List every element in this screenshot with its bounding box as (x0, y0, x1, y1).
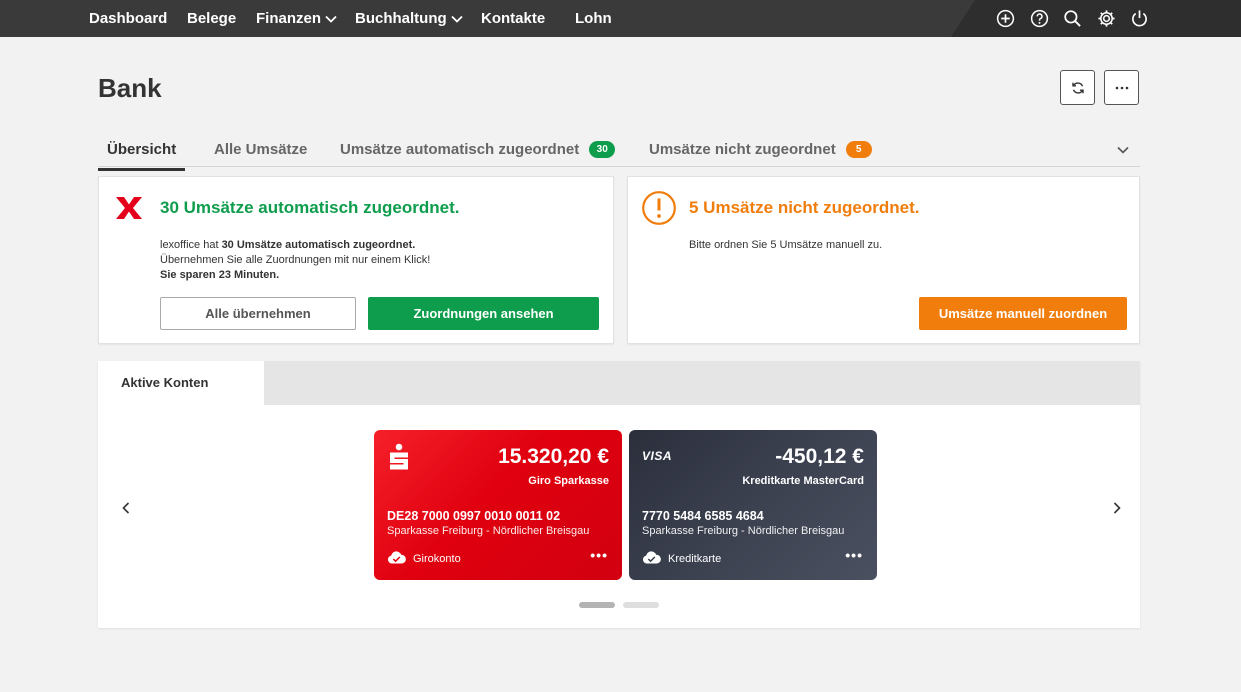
auto-card-text: lexoffice hat 30 Umsätze automatisch zug… (160, 239, 431, 281)
auto-assigned-card: 30 Umsätze automatisch zugeordnet. lexof… (98, 176, 614, 344)
auto-card-title: 30 Umsätze automatisch zugeordnet. (160, 198, 460, 217)
nav-item-lohn[interactable]: Lohn (575, 0, 612, 37)
accounts-tab-bar: Aktive Konten (98, 361, 1140, 405)
tab-alle-umsaetze[interactable]: Alle Umsätze (214, 141, 307, 169)
accounts-panel: Aktive Konten 15.320,20 € Giro Sparkasse… (98, 361, 1140, 628)
more-icon (1115, 86, 1128, 89)
count-badge: 5 (845, 141, 872, 158)
account-number: 7770 5484 6585 4684 (642, 509, 764, 523)
account-card[interactable]: 15.320,20 € Giro Sparkasse DE28 7000 099… (374, 430, 622, 580)
nav-item-belege[interactable]: Belege (187, 0, 236, 37)
account-balance: -450,12 € (775, 445, 864, 468)
chevron-down-icon (451, 15, 463, 23)
tab-auto-zugeordnet[interactable]: Umsätze automatisch zugeordnet 30 (340, 141, 616, 169)
chevron-down-icon (325, 15, 337, 23)
bank-name: Sparkasse Freiburg - Nördlicher Breisgau (642, 525, 845, 537)
card-more-icon[interactable]: ••• (590, 547, 608, 563)
more-actions-button[interactable] (1104, 70, 1139, 105)
refresh-button[interactable] (1060, 70, 1095, 105)
nav-item-buchhaltung[interactable]: Buchhaltung (355, 0, 463, 37)
cloud-sync-icon (642, 551, 661, 564)
account-card[interactable]: VISA -450,12 € Kreditkarte MasterCard 77… (629, 430, 877, 580)
help-icon[interactable] (1030, 9, 1049, 28)
nav-item-kontakte[interactable]: Kontakte (481, 0, 545, 37)
tab-aktive-konten[interactable]: Aktive Konten (98, 361, 264, 405)
nav-item-dashboard[interactable]: Dashboard (89, 0, 167, 37)
nav-icon-area (951, 0, 1241, 37)
view-assignments-button[interactable]: Zuordnungen ansehen (368, 297, 599, 330)
sparkasse-logo-icon (390, 443, 408, 470)
gear-icon[interactable] (1097, 9, 1116, 28)
chevron-down-icon[interactable] (1116, 143, 1130, 157)
search-icon[interactable] (1063, 9, 1082, 28)
tab-nicht-zugeordnet[interactable]: Umsätze nicht zugeordnet 5 (649, 141, 872, 169)
page-title: Bank (98, 73, 162, 103)
refresh-icon (1071, 81, 1084, 94)
tab-uebersicht[interactable]: Übersicht (97, 141, 186, 171)
nav-item-finanzen[interactable]: Finanzen (256, 0, 337, 37)
bank-name: Sparkasse Freiburg - Nördlicher Breisgau (387, 525, 590, 537)
plus-circle-icon[interactable] (996, 9, 1015, 28)
carousel-dot[interactable] (623, 602, 659, 608)
carousel-prev-icon[interactable] (119, 501, 133, 515)
unassigned-card-text: Bitte ordnen Sie 5 Umsätze manuell zu. (689, 239, 883, 251)
account-number: DE28 7000 0997 0010 0011 02 (387, 509, 561, 523)
unassigned-card-title: 5 Umsätze nicht zugeordnet. (689, 198, 920, 217)
account-balance: 15.320,20 € (498, 445, 609, 468)
lexoffice-logo-icon (116, 197, 142, 219)
cloud-sync-icon (387, 551, 406, 564)
account-type: Girokonto (413, 553, 461, 565)
unassigned-card: 5 Umsätze nicht zugeordnet. Bitte ordnen… (627, 176, 1140, 344)
top-navigation: Dashboard Belege Finanzen Buchhaltung Ko… (0, 0, 1241, 37)
assign-manually-button[interactable]: Umsätze manuell zuordnen (919, 297, 1127, 330)
account-name: Kreditkarte MasterCard (742, 475, 864, 487)
visa-logo-icon: VISA (642, 449, 673, 463)
account-name: Giro Sparkasse (528, 475, 609, 487)
carousel-next-icon[interactable] (1110, 501, 1124, 515)
power-icon[interactable] (1130, 9, 1149, 28)
count-badge: 30 (589, 141, 616, 158)
tab-bar: Übersicht Alle Umsätze Umsätze automatis… (97, 138, 1140, 171)
card-more-icon[interactable]: ••• (845, 547, 863, 563)
carousel-dot-active[interactable] (579, 602, 615, 608)
warning-icon (642, 191, 676, 225)
account-type: Kreditkarte (668, 553, 722, 565)
accept-all-button[interactable]: Alle übernehmen (160, 297, 356, 330)
